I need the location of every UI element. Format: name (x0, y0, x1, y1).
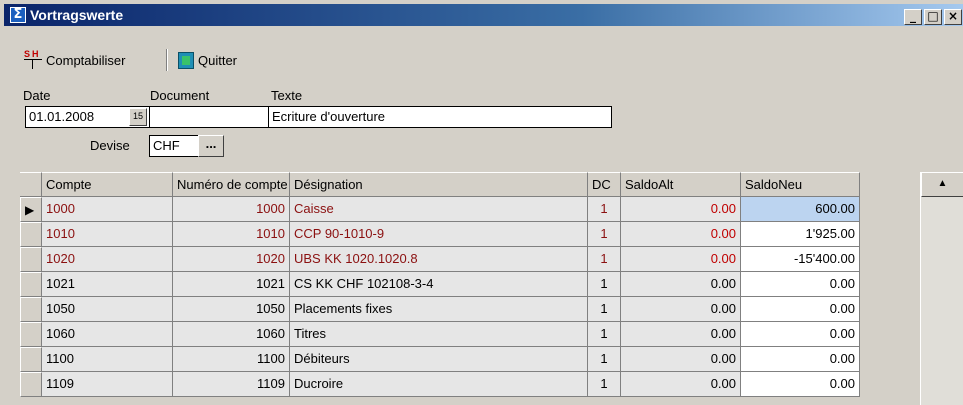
cell-saldo-neu[interactable]: 0.00 (741, 347, 860, 372)
cell-saldo-alt[interactable]: 0.00 (621, 222, 741, 247)
cell-saldo-alt[interactable]: 0.00 (621, 347, 741, 372)
table-row[interactable]: 1100 1100 Débiteurs 1 0.00 0.00 (20, 347, 860, 372)
grid-header: Compte Numéro de compte Désignation DC S… (20, 172, 860, 197)
row-indicator[interactable] (20, 297, 42, 322)
cell-saldo-alt[interactable]: 0.00 (621, 322, 741, 347)
window-controls: _ □ × (904, 7, 963, 25)
cell-designation[interactable]: Ducroire (290, 372, 588, 397)
cell-dc[interactable]: 1 (588, 347, 621, 372)
cell-numero[interactable]: 1021 (173, 272, 290, 297)
ledger-icon: S H (24, 49, 42, 69)
cell-compte[interactable]: 1020 (42, 247, 173, 272)
cell-saldo-alt[interactable]: 0.00 (621, 372, 741, 397)
header-saldoneu[interactable]: SaldoNeu (741, 172, 860, 197)
cell-saldo-neu[interactable]: 1'925.00 (741, 222, 860, 247)
cell-saldo-alt[interactable]: 0.00 (621, 272, 741, 297)
row-indicator[interactable] (20, 247, 42, 272)
cell-numero[interactable]: 1000 (173, 197, 290, 222)
row-indicator[interactable] (20, 347, 42, 372)
date-label: Date (23, 88, 51, 103)
table-row[interactable]: 1060 1060 Titres 1 0.00 0.00 (20, 322, 860, 347)
cell-dc[interactable]: 1 (588, 297, 621, 322)
cell-designation[interactable]: Débiteurs (290, 347, 588, 372)
cell-dc[interactable]: 1 (588, 322, 621, 347)
row-indicator[interactable] (20, 272, 42, 297)
comptabiliser-button[interactable]: S H Comptabiliser (24, 45, 125, 75)
cell-designation[interactable]: Titres (290, 322, 588, 347)
window-title: Vortragswerte (30, 7, 124, 23)
scroll-up-arrow-icon[interactable]: ▲ (921, 172, 963, 197)
cell-dc[interactable]: 1 (588, 272, 621, 297)
comptabiliser-label: Comptabiliser (46, 52, 126, 68)
cell-numero[interactable]: 1010 (173, 222, 290, 247)
cell-designation[interactable]: Caisse (290, 197, 588, 222)
row-indicator[interactable] (20, 322, 42, 347)
cell-compte[interactable]: 1000 (42, 197, 173, 222)
cell-compte[interactable]: 1050 (42, 297, 173, 322)
calendar-icon[interactable]: 15 (129, 108, 147, 126)
cell-numero[interactable]: 1020 (173, 247, 290, 272)
row-indicator[interactable] (20, 372, 42, 397)
table-row[interactable]: 1050 1050 Placements fixes 1 0.00 0.00 (20, 297, 860, 322)
minimize-button[interactable]: _ (904, 9, 922, 25)
table-row[interactable]: 1010 1010 CCP 90-1010-9 1 0.00 1'925.00 (20, 222, 860, 247)
toolbar-separator (166, 49, 168, 71)
quitter-button[interactable]: Quitter (178, 45, 237, 75)
table-row[interactable]: 1021 1021 CS KK CHF 102108-3-4 1 0.00 0.00 (20, 272, 860, 297)
cell-saldo-neu[interactable]: 600.00 (741, 197, 860, 222)
cell-saldo-alt[interactable]: 0.00 (621, 247, 741, 272)
cell-dc[interactable]: 1 (588, 372, 621, 397)
vertical-scrollbar[interactable]: ▲ (920, 172, 963, 405)
cell-compte[interactable]: 1100 (42, 347, 173, 372)
header-indicator (20, 172, 42, 197)
vortragswerte-window: Σ Vortragswerte _ □ × S H Comptabiliser Qu… (0, 0, 963, 405)
quitter-label: Quitter (198, 52, 238, 68)
devise-lookup-button[interactable]: ... (198, 135, 224, 157)
cell-designation[interactable]: CS KK CHF 102108-3-4 (290, 272, 588, 297)
cell-designation[interactable]: Placements fixes (290, 297, 588, 322)
cell-dc[interactable]: 1 (588, 222, 621, 247)
cell-numero[interactable]: 1050 (173, 297, 290, 322)
exit-door-icon (178, 51, 194, 69)
cell-numero[interactable]: 1060 (173, 322, 290, 347)
header-saldoalt[interactable]: SaldoAlt (621, 172, 741, 197)
cell-dc[interactable]: 1 (588, 197, 621, 222)
cell-compte[interactable]: 1010 (42, 222, 173, 247)
header-numero[interactable]: Numéro de compte (173, 172, 290, 197)
table-row[interactable]: 1109 1109 Ducroire 1 0.00 0.00 (20, 372, 860, 397)
cell-designation[interactable]: CCP 90-1010-9 (290, 222, 588, 247)
cell-saldo-neu[interactable]: 0.00 (741, 297, 860, 322)
title-bar[interactable]: Σ Vortragswerte _ □ × (4, 4, 963, 26)
cell-saldo-alt[interactable]: 0.00 (621, 197, 741, 222)
cell-saldo-neu[interactable]: 0.00 (741, 322, 860, 347)
row-pointer-icon[interactable]: ▶ (20, 197, 42, 222)
close-button[interactable]: × (944, 9, 962, 25)
header-dc[interactable]: DC (588, 172, 621, 197)
cell-saldo-neu[interactable]: -15'400.00 (741, 247, 860, 272)
row-indicator[interactable] (20, 222, 42, 247)
cell-dc[interactable]: 1 (588, 247, 621, 272)
cell-saldo-neu[interactable]: 0.00 (741, 272, 860, 297)
document-label: Document (150, 88, 210, 103)
table-row[interactable]: ▶ 1000 1000 Caisse 1 0.00 600.00 (20, 197, 860, 222)
devise-field[interactable]: CHF (149, 135, 199, 157)
maximize-button[interactable]: □ (924, 9, 942, 25)
texte-label: Texte (271, 88, 303, 103)
cell-numero[interactable]: 1100 (173, 347, 290, 372)
header-designation[interactable]: Désignation (290, 172, 588, 197)
cell-designation[interactable]: UBS KK 1020.1020.8 (290, 247, 588, 272)
accounts-grid: Compte Numéro de compte Désignation DC S… (20, 172, 945, 405)
header-compte[interactable]: Compte (42, 172, 173, 197)
cell-saldo-neu[interactable]: 0.00 (741, 372, 860, 397)
table-row[interactable]: 1020 1020 UBS KK 1020.1020.8 1 0.00 -15'400.0… (20, 247, 860, 272)
cell-compte[interactable]: 1109 (42, 372, 173, 397)
document-field[interactable] (149, 106, 269, 128)
cell-numero[interactable]: 1109 (173, 372, 290, 397)
sigma-icon: Σ (10, 7, 26, 23)
devise-label: Devise (90, 138, 130, 153)
cell-saldo-alt[interactable]: 0.00 (621, 297, 741, 322)
cell-compte[interactable]: 1060 (42, 322, 173, 347)
texte-field[interactable]: Ecriture d'ouverture (268, 106, 612, 128)
cell-compte[interactable]: 1021 (42, 272, 173, 297)
